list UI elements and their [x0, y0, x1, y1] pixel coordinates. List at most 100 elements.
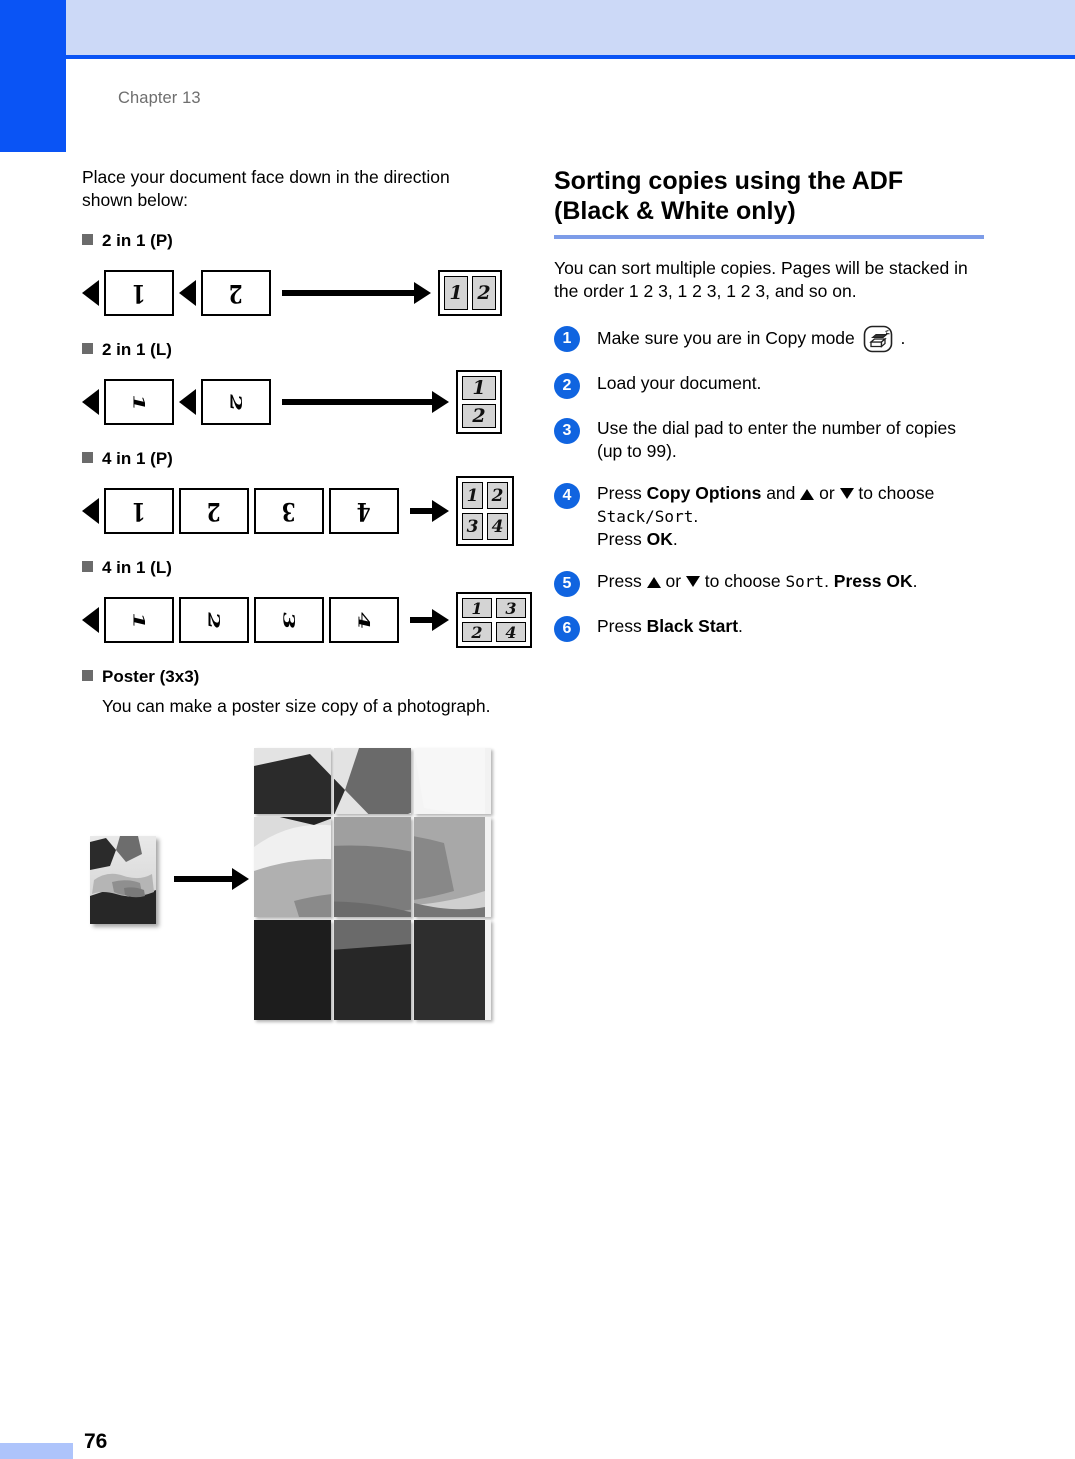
step-text: Make sure you are in Copy mode . — [597, 325, 984, 353]
layout-heading-poster: Poster (3x3) — [82, 667, 502, 687]
source-page-box: 1 — [104, 379, 174, 425]
feed-direction-triangle-icon — [82, 607, 99, 633]
triangle-up-icon — [800, 489, 815, 500]
process-arrow-icon — [282, 282, 431, 304]
poster-process-arrow-icon — [174, 868, 249, 890]
layout-diagram-4in1l: 1 2 3 4 1 3 2 4 — [82, 592, 532, 648]
result-sheet-4in1l: 1 3 2 4 — [456, 592, 532, 648]
control-name: Black Start — [646, 616, 739, 636]
layout-heading-2in1p: 2 in 1 (P) — [82, 231, 502, 251]
header-rule — [66, 55, 1075, 59]
result-cell: 2 — [472, 276, 496, 310]
step-item: 5 Press or to choose Sort. Press OK. — [554, 570, 984, 597]
result-sheet-2in1p: 1 2 — [438, 270, 502, 316]
step-number-badge: 3 — [554, 418, 580, 444]
feed-direction-triangle-icon — [82, 280, 99, 306]
square-bullet-icon — [82, 452, 93, 463]
square-bullet-icon — [82, 343, 93, 354]
copy-mode-icon — [863, 325, 893, 353]
header-band — [66, 0, 1075, 55]
footer-bar — [0, 1443, 73, 1459]
square-bullet-icon — [82, 670, 93, 681]
result-cell: 4 — [496, 622, 526, 642]
poster-tile — [254, 817, 331, 917]
layout-diagram-4in1p: 1 2 3 4 1 2 3 4 — [82, 476, 514, 546]
source-photograph — [90, 836, 156, 924]
poster-tile — [334, 748, 411, 814]
poster-tile — [414, 920, 491, 1020]
chapter-edge-tab — [0, 0, 66, 152]
triangle-down-icon — [839, 488, 854, 499]
layout-label: 4 in 1 (L) — [102, 558, 172, 577]
step-text: Press Copy Options and or to choose Stac… — [597, 483, 935, 549]
section-title-line1: Sorting copies using the ADF — [554, 167, 904, 195]
poster-tile — [414, 748, 491, 814]
feed-direction-triangle-icon — [82, 389, 99, 415]
section-title: Sorting copies using the ADF (Black & Wh… — [554, 166, 984, 226]
source-page-box: 2 — [179, 597, 249, 643]
section-rule — [554, 235, 984, 239]
step-text: Press Black Start. — [597, 616, 743, 636]
step-item: 2 Load your document. — [554, 372, 984, 399]
result-cell: 2 — [462, 622, 492, 642]
source-page-box: 4 — [329, 488, 399, 534]
poster-tile — [334, 920, 411, 1020]
source-page-box: 2 — [179, 488, 249, 534]
section-intro: You can sort multiple copies. Pages will… — [554, 258, 968, 301]
page-number: 76 — [84, 1430, 108, 1453]
lcd-menu-text: Stack/Sort — [597, 507, 694, 526]
layout-heading-2in1l: 2 in 1 (L) — [82, 340, 502, 360]
layout-label: Poster (3x3) — [102, 667, 200, 686]
feed-direction-triangle-icon — [179, 389, 196, 415]
square-bullet-icon — [82, 234, 93, 245]
control-name: Copy Options — [646, 483, 762, 503]
result-cell: 2 — [462, 404, 496, 428]
poster-tile — [254, 748, 331, 814]
step-number-badge: 1 — [554, 326, 580, 352]
result-cell: 3 — [462, 513, 483, 540]
layout-diagram-2in1p: 1 2 1 2 — [82, 265, 502, 321]
handshake-photo-thumb-icon — [90, 836, 156, 924]
step-list: 1 Make sure you are in Copy mode . 2 Load y… — [554, 325, 984, 642]
result-cell: 1 — [444, 276, 468, 310]
source-page-box: 2 — [201, 379, 271, 425]
poster-tile — [414, 817, 491, 917]
triangle-down-icon — [685, 576, 700, 587]
control-name: Press OK — [833, 571, 913, 591]
source-page-box: 4 — [329, 597, 399, 643]
triangle-up-icon — [646, 577, 661, 588]
result-sheet-4in1p: 1 2 3 4 — [456, 476, 514, 546]
control-name: OK — [646, 529, 673, 549]
process-arrow-icon — [282, 391, 449, 413]
result-cell: 2 — [487, 482, 508, 509]
result-sheet-2in1l: 1 2 — [456, 370, 502, 434]
layout-label: 4 in 1 (P) — [102, 449, 173, 468]
poster-description: You can make a poster size copy of a pho… — [102, 696, 491, 716]
poster-tile — [254, 920, 331, 1020]
step-number-badge: 2 — [554, 373, 580, 399]
layout-label: 2 in 1 (P) — [102, 231, 173, 250]
source-page-box: 3 — [254, 597, 324, 643]
poster-illustration — [82, 746, 502, 1046]
feed-direction-triangle-icon — [179, 280, 196, 306]
step-text: Press or to choose Sort. Press OK. — [597, 571, 918, 591]
step-number-badge: 6 — [554, 616, 580, 642]
step-item: 1 Make sure you are in Copy mode . — [554, 325, 984, 353]
left-column: Place your document face down in the dir… — [82, 166, 532, 1046]
step-text: Use the dial pad to enter the number of … — [597, 418, 956, 461]
section-title-line2: (Black & White only) — [554, 197, 796, 225]
chapter-label: Chapter 13 — [118, 89, 201, 107]
layout-diagram-2in1l: 1 2 1 2 — [82, 370, 502, 434]
feed-direction-triangle-icon — [82, 498, 99, 524]
step-item: 3 Use the dial pad to enter the number of… — [554, 417, 984, 463]
source-page-box: 2 — [201, 270, 271, 316]
poster-output-grid — [254, 748, 491, 1020]
poster-tile — [334, 817, 411, 917]
lcd-menu-text: Sort — [785, 572, 825, 591]
layout-heading-4in1l: 4 in 1 (L) — [82, 558, 502, 578]
step-item: 4 Press Copy Options and or to choose Sta… — [554, 482, 984, 551]
source-page-box: 3 — [254, 488, 324, 534]
right-column: Sorting copies using the ADF (Black & Wh… — [554, 166, 984, 660]
result-cell: 3 — [496, 598, 526, 618]
source-page-box: 1 — [104, 597, 174, 643]
